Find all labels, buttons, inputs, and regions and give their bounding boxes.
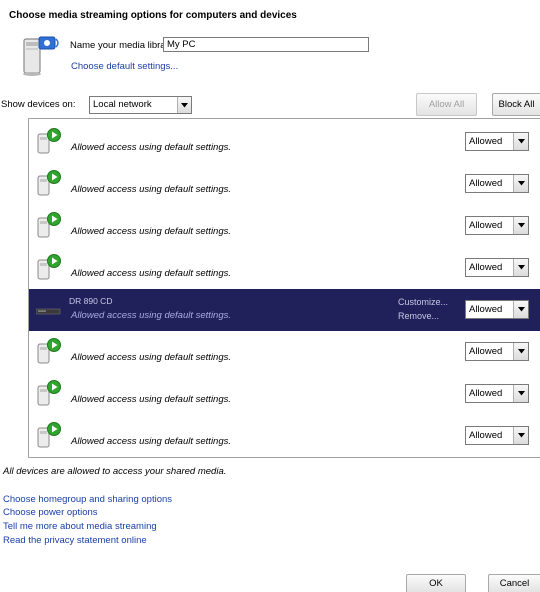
access-select-value: Allowed	[469, 262, 503, 273]
device-row[interactable]: Allowed access using default settings. A…	[29, 163, 540, 205]
library-name-input[interactable]: My PC	[163, 37, 369, 52]
show-devices-label: Show devices on:	[1, 99, 76, 110]
network-select-value: Local network	[93, 99, 152, 110]
device-name: DR 890 CD	[69, 296, 113, 306]
access-select[interactable]: Allowed	[465, 384, 529, 403]
access-select[interactable]: Allowed	[465, 342, 529, 361]
access-select-value: Allowed	[469, 136, 503, 147]
access-select[interactable]: Allowed	[465, 132, 529, 151]
media-library-icon	[23, 36, 59, 76]
page-heading: Choose media streaming options for compu…	[9, 10, 297, 21]
device-status: Allowed access using default settings.	[71, 268, 232, 279]
device-row[interactable]: Allowed access using default settings. A…	[29, 121, 540, 163]
device-list: Allowed access using default settings. A…	[28, 118, 540, 458]
access-select-value: Allowed	[469, 304, 503, 315]
device-row[interactable]: Allowed access using default settings. A…	[29, 373, 540, 415]
chevron-down-icon	[513, 217, 528, 234]
network-select[interactable]: Local network	[89, 96, 192, 114]
sharing-status-message: All devices are allowed to access your s…	[3, 466, 227, 477]
media-device-icon	[37, 254, 61, 280]
access-select[interactable]: Allowed	[465, 300, 529, 319]
block-all-button[interactable]: Block All	[492, 93, 540, 116]
choose-default-settings-link[interactable]: Choose default settings...	[71, 61, 178, 72]
cancel-button[interactable]: Cancel	[488, 574, 540, 592]
device-status: Allowed access using default settings.	[71, 184, 232, 195]
ok-button[interactable]: OK	[406, 574, 466, 592]
access-select-value: Allowed	[469, 388, 503, 399]
chevron-down-icon	[513, 385, 528, 402]
privacy-statement-link[interactable]: Read the privacy statement online	[3, 535, 147, 546]
library-name-label: Name your media library:	[70, 40, 177, 51]
chevron-down-icon	[513, 259, 528, 276]
media-streaming-help-link[interactable]: Tell me more about media streaming	[3, 521, 157, 532]
chevron-down-icon	[513, 427, 528, 444]
device-row[interactable]: Allowed access using default settings. A…	[29, 247, 540, 289]
media-device-icon	[37, 422, 61, 448]
chevron-down-icon	[513, 301, 528, 318]
chevron-down-icon	[513, 175, 528, 192]
power-options-link[interactable]: Choose power options	[3, 507, 98, 518]
cd-player-icon	[36, 308, 61, 315]
access-select[interactable]: Allowed	[465, 216, 529, 235]
chevron-down-icon	[513, 343, 528, 360]
device-status: Allowed access using default settings.	[71, 394, 232, 405]
chevron-down-icon	[177, 97, 191, 113]
homegroup-sharing-link[interactable]: Choose homegroup and sharing options	[3, 494, 172, 505]
access-select[interactable]: Allowed	[465, 426, 529, 445]
device-status: Allowed access using default settings.	[71, 226, 232, 237]
access-select-value: Allowed	[469, 346, 503, 357]
device-row[interactable]: Allowed access using default settings. A…	[29, 331, 540, 373]
remove-link[interactable]: Remove...	[398, 311, 439, 321]
chevron-down-icon	[513, 133, 528, 150]
device-status: Allowed access using default settings.	[71, 352, 232, 363]
access-select-value: Allowed	[469, 220, 503, 231]
access-select-value: Allowed	[469, 178, 503, 189]
media-device-icon	[37, 128, 61, 154]
device-row-selected[interactable]: DR 890 CD Allowed access using default s…	[29, 289, 540, 331]
allow-all-button[interactable]: Allow All	[416, 93, 477, 116]
media-device-icon	[37, 338, 61, 364]
media-device-icon	[37, 212, 61, 238]
device-row[interactable]: Allowed access using default settings. A…	[29, 205, 540, 247]
device-row[interactable]: Allowed access using default settings. A…	[29, 415, 540, 457]
device-status: Allowed access using default settings.	[71, 142, 232, 153]
media-device-icon	[37, 380, 61, 406]
access-select-value: Allowed	[469, 430, 503, 441]
media-device-icon	[37, 170, 61, 196]
customize-link[interactable]: Customize...	[398, 297, 448, 307]
access-select[interactable]: Allowed	[465, 174, 529, 193]
device-status: Allowed access using default settings.	[71, 436, 232, 447]
access-select[interactable]: Allowed	[465, 258, 529, 277]
device-status: Allowed access using default settings.	[71, 310, 232, 321]
